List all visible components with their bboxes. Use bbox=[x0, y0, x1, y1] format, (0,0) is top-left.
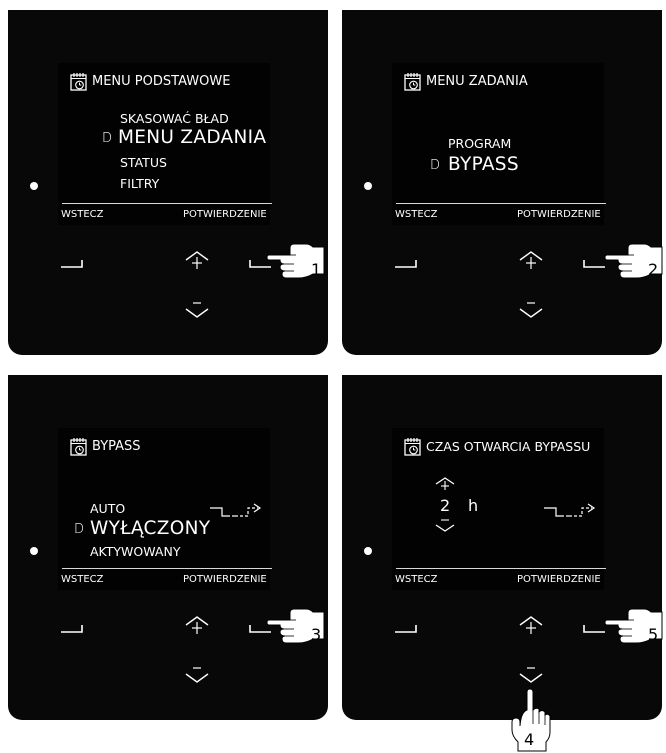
softkey-divider bbox=[396, 568, 606, 569]
screen-title: MENU PODSTAWOWE bbox=[92, 74, 231, 89]
down-minus-icon[interactable] bbox=[518, 665, 544, 685]
display-screen: MENU PODSTAWOWE SKASOWAĆ BŁAD D MENU ZAD… bbox=[58, 63, 270, 225]
softkey-left-label: WSTECZ bbox=[61, 209, 104, 220]
screen-title: BYPASS bbox=[92, 439, 141, 454]
confirm-bracket-icon[interactable] bbox=[582, 258, 606, 268]
value-unit: h bbox=[468, 496, 479, 515]
step-number: 3 bbox=[311, 625, 322, 644]
device-panel-2: MENU ZADANIA PROGRAM D BYPASS WSTECZ POT… bbox=[342, 10, 662, 355]
display-screen: CZAS OTWARCIA BYPASSU 2 h bbox=[392, 428, 604, 590]
softkey-left-label: WSTECZ bbox=[395, 574, 438, 585]
screen-title: CZAS OTWARCIA BYPASSU bbox=[426, 439, 591, 454]
menu-item[interactable]: PROGRAM bbox=[448, 136, 511, 151]
back-bracket-icon[interactable] bbox=[60, 623, 84, 633]
step-number: 2 bbox=[648, 260, 659, 279]
calendar-clock-icon bbox=[70, 73, 87, 91]
bypass-valve-icon bbox=[544, 503, 596, 517]
confirm-bracket-icon[interactable] bbox=[582, 623, 606, 633]
menu-item-selected[interactable]: WYŁĄCZONY bbox=[90, 518, 210, 539]
status-led bbox=[30, 182, 38, 190]
menu-item[interactable]: STATUS bbox=[120, 155, 167, 170]
calendar-clock-icon bbox=[404, 73, 421, 91]
down-minus-icon[interactable] bbox=[518, 300, 544, 320]
menu-item[interactable]: SKASOWAĆ BŁAD bbox=[120, 111, 229, 126]
status-led bbox=[364, 547, 372, 555]
value-up-icon[interactable] bbox=[434, 476, 456, 492]
softkey-divider bbox=[62, 203, 272, 204]
up-plus-icon[interactable] bbox=[184, 615, 210, 637]
softkey-left-label: WSTECZ bbox=[395, 209, 438, 220]
softkey-divider bbox=[396, 203, 606, 204]
step-number: 1 bbox=[311, 260, 322, 279]
up-plus-icon[interactable] bbox=[184, 250, 210, 272]
selector-marker: D bbox=[430, 158, 441, 173]
display-screen: MENU ZADANIA PROGRAM D BYPASS bbox=[392, 63, 604, 225]
device-panel-3: BYPASS AUTO D WYŁĄCZONY AKTYWOWANY WSTEC… bbox=[8, 375, 328, 720]
bypass-valve-icon bbox=[210, 503, 262, 517]
softkey-right-label: POTWIERDZENIE bbox=[517, 209, 601, 220]
device-panel-1: MENU PODSTAWOWE SKASOWAĆ BŁAD D MENU ZAD… bbox=[8, 10, 328, 355]
menu-item[interactable]: AUTO bbox=[90, 501, 125, 516]
softkey-right-label: POTWIERDZENIE bbox=[517, 574, 601, 585]
menu-item[interactable]: FILTRY bbox=[120, 176, 159, 191]
softkey-left-label: WSTECZ bbox=[61, 574, 104, 585]
softkey-right-label: POTWIERDZENIE bbox=[183, 209, 267, 220]
step-number: 5 bbox=[648, 625, 659, 644]
softkey-right-label: POTWIERDZENIE bbox=[183, 574, 267, 585]
calendar-clock-icon bbox=[70, 438, 87, 456]
back-bracket-icon[interactable] bbox=[60, 258, 84, 268]
value-number[interactable]: 2 bbox=[440, 496, 450, 515]
screen-title: MENU ZADANIA bbox=[426, 74, 528, 89]
back-bracket-icon[interactable] bbox=[394, 623, 418, 633]
up-plus-icon[interactable] bbox=[518, 615, 544, 637]
device-panel-4: CZAS OTWARCIA BYPASSU 2 h WSTECZ POTWIER… bbox=[342, 375, 662, 720]
up-plus-icon[interactable] bbox=[518, 250, 544, 272]
menu-item-selected[interactable]: MENU ZADANIA bbox=[118, 127, 266, 148]
status-led bbox=[30, 547, 38, 555]
display-screen: BYPASS AUTO D WYŁĄCZONY AKTYWOWANY bbox=[58, 428, 270, 590]
value-down-icon[interactable] bbox=[434, 518, 456, 534]
selector-marker: D bbox=[102, 131, 113, 146]
down-minus-icon[interactable] bbox=[184, 300, 210, 320]
step-number: 4 bbox=[524, 730, 535, 749]
softkey-divider bbox=[62, 568, 272, 569]
calendar-clock-icon bbox=[404, 438, 421, 456]
back-bracket-icon[interactable] bbox=[394, 258, 418, 268]
menu-item[interactable]: AKTYWOWANY bbox=[90, 544, 180, 559]
down-minus-icon[interactable] bbox=[184, 665, 210, 685]
selector-marker: D bbox=[74, 522, 85, 537]
status-led bbox=[364, 182, 372, 190]
menu-item-selected[interactable]: BYPASS bbox=[448, 154, 519, 175]
